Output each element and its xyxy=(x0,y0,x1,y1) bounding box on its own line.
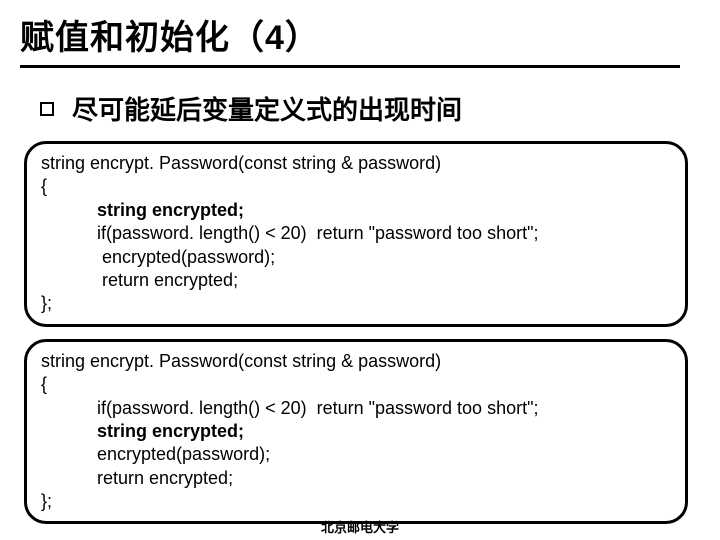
code-line: string encrypted; xyxy=(41,420,671,443)
code-line: string encrypted; xyxy=(41,199,671,222)
code-line: string encrypt. Password(const string & … xyxy=(41,152,671,175)
code-box-1: string encrypt. Password(const string & … xyxy=(24,141,688,327)
square-bullet-icon xyxy=(40,102,54,116)
code-line: encrypted(password); xyxy=(41,443,671,466)
title-underline xyxy=(20,65,680,68)
bullet-text: 尽可能延后变量定义式的出现时间 xyxy=(72,90,462,127)
code-line: if(password. length() < 20) return "pass… xyxy=(41,397,671,420)
slide: 赋值和初始化（4） 尽可能延后变量定义式的出现时间 string encrypt… xyxy=(0,0,720,540)
code-box-2: string encrypt. Password(const string & … xyxy=(24,339,688,525)
code-line: return encrypted; xyxy=(41,467,671,490)
code-line: if(password. length() < 20) return "pass… xyxy=(41,222,671,245)
code-line: { xyxy=(41,373,671,396)
code-line: }; xyxy=(41,490,671,513)
code-line: encrypted(password); xyxy=(41,246,671,269)
code-line: string encrypt. Password(const string & … xyxy=(41,350,671,373)
bullet-row: 尽可能延后变量定义式的出现时间 xyxy=(40,90,700,127)
code-line: }; xyxy=(41,292,671,315)
code-line: { xyxy=(41,175,671,198)
footer-text: 北京邮电大学 xyxy=(0,517,720,536)
code-line: return encrypted; xyxy=(41,269,671,292)
slide-title: 赋值和初始化（4） xyxy=(20,10,700,59)
